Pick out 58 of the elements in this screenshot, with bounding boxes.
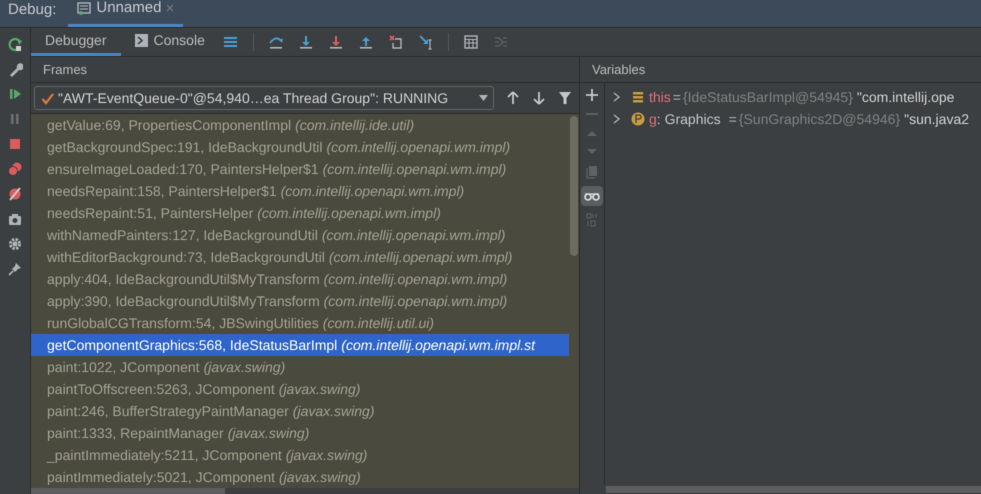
frame-row[interactable]: paint:246, BufferStrategyPaintManager (javax.swing) <box>31 400 569 422</box>
console-tab[interactable]: Console <box>120 28 219 56</box>
frame-row[interactable]: needsRepaint:158, PaintersHelper$1 (com.intellij.openapi.wm.impl) <box>31 180 569 202</box>
console-icon <box>134 34 148 47</box>
caret-icon <box>479 95 488 101</box>
scrollbar-thumb[interactable] <box>31 488 225 494</box>
frame-row[interactable]: getBackgroundSpec:191, IdeBackgroundUtil (com.intellij.openapi.wm.impl) <box>31 136 569 158</box>
frame-row[interactable]: _paintImmediately:5211, JComponent (javax.swing) <box>31 444 569 466</box>
frame-row[interactable]: paintImmediately:5021, JComponent (javax.swing) <box>31 466 569 488</box>
panel-title: Variables <box>592 60 646 79</box>
frame-row[interactable]: ensureImageLoaded:170, PaintersHelper$1 (com.intellij.openapi.wm.impl) <box>31 158 569 180</box>
pin-icon[interactable] <box>7 261 23 277</box>
debug-label: Debug: <box>8 0 56 20</box>
frame-row[interactable]: apply:390, IdeBackgroundUtil$MyTransform (com.intellij.openapi.wm.impl) <box>31 290 569 312</box>
frame-row[interactable]: getComponentGraphics:568, IdeStatusBarImpl (com.intellij.openapi.wm.impl.st <box>31 334 569 356</box>
chevron-icon[interactable] <box>613 92 621 102</box>
up-arrow-icon[interactable] <box>506 91 520 105</box>
thread-dropdown[interactable]: "AWT-EventQueue-0"@54,940…ea Thread Group": RUNNING <box>34 86 494 110</box>
session-tab[interactable]: Unnamed <box>68 0 184 27</box>
variable-row[interactable]: g: Graphics ={SunGraphics2D@54946} "sun.java2 <box>605 108 981 130</box>
app-icon <box>76 0 92 16</box>
frame-row[interactable]: getValue:69, PropertiesComponentImpl (com.intellij.ide.util) <box>31 114 569 136</box>
debugger-tab[interactable]: Debugger <box>31 28 120 56</box>
frame-row[interactable]: apply:404, IdeBackgroundUtil$MyTransform (com.intellij.openapi.wm.impl) <box>31 268 569 290</box>
settings-icon[interactable] <box>7 236 23 252</box>
check-icon <box>41 92 54 104</box>
drop-frame-icon[interactable] <box>388 34 404 50</box>
panel-title: Frames <box>43 60 88 79</box>
step-out-icon[interactable] <box>358 34 374 50</box>
force-step-into-icon[interactable] <box>328 34 344 50</box>
run-to-cursor-icon[interactable] <box>418 34 434 50</box>
rerun-icon[interactable] <box>7 36 23 52</box>
parameter-icon <box>631 112 645 126</box>
scrollbar-thumb[interactable] <box>606 486 981 493</box>
chevron-icon[interactable] <box>613 114 621 124</box>
mute-breakpoints-icon[interactable] <box>7 186 23 202</box>
frame-row[interactable]: withNamedPainters:127, IdeBackgroundUtil (com.intellij.openapi.wm.impl) <box>31 224 569 246</box>
stop-icon[interactable] <box>7 136 23 152</box>
breakpoints-icon[interactable] <box>7 161 23 177</box>
frame-row[interactable]: withEditorBackground:73, IdeBackgroundUtil (com.intellij.openapi.wm.impl) <box>31 246 569 268</box>
frame-row[interactable]: needsRepaint:51, PaintersHelper (com.intellij.openapi.wm.impl) <box>31 202 569 224</box>
frame-row[interactable]: paint:1022, JComponent (javax.swing) <box>31 356 569 378</box>
frame-row[interactable]: paint:1333, RepaintManager (javax.swing) <box>31 422 569 444</box>
camera-icon[interactable] <box>7 211 23 227</box>
glasses-icon <box>584 191 600 201</box>
scrollbar-thumb[interactable] <box>570 116 578 256</box>
menu-icon[interactable] <box>222 34 239 50</box>
glasses-toggle[interactable] <box>581 186 603 206</box>
frame-row[interactable]: paintToOffscreen:5263, JComponent (javax.swing) <box>31 378 569 400</box>
filter-icon[interactable] <box>558 91 572 105</box>
resume-icon[interactable] <box>7 86 23 102</box>
frame-row[interactable]: runGlobalCGTransform:54, JBSwingUtilities (com.intellij.util.ui) <box>31 312 569 334</box>
down-arrow-icon[interactable] <box>532 91 546 105</box>
step-into-icon[interactable] <box>298 34 314 50</box>
variable-row[interactable]: this={IdeStatusBarImpl@54945} "com.intellij.ope <box>605 86 981 108</box>
calculator-icon[interactable] <box>462 34 479 50</box>
add-icon[interactable] <box>586 89 598 101</box>
field-icon <box>631 90 645 104</box>
